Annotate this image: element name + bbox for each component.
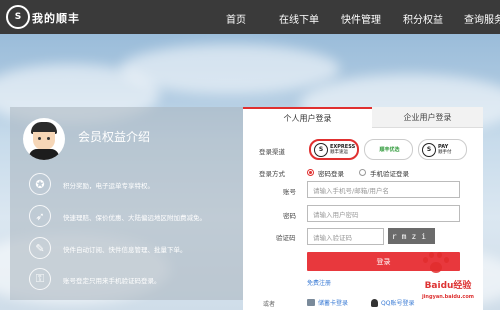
channel-sf-select-button[interactable]: 顺丰优选 [364, 139, 413, 160]
channel-label: 登录渠道 [259, 148, 285, 156]
account-input[interactable]: 请输入手机号/邮箱/用户名 [307, 181, 460, 198]
sms-login-radio[interactable] [359, 169, 366, 176]
nav-query-service[interactable]: 查询服务 [464, 11, 500, 26]
debit-card-login-link[interactable]: 储蓄卡登录 [307, 298, 348, 307]
medal-icon: ✪ [29, 173, 51, 195]
tab-enterprise-login[interactable]: 企业用户登录 [372, 107, 483, 128]
watermark-url: jingyan.baidu.com [422, 294, 474, 300]
captcha-image[interactable]: rmzi [388, 228, 435, 244]
password-label: 密码 [283, 212, 296, 220]
password-login-label[interactable]: 密码登录 [318, 168, 344, 178]
captcha-label: 验证码 [276, 234, 296, 242]
nav-points-benefits[interactable]: 积分权益 [403, 11, 443, 26]
sf-logo-icon[interactable]: S [6, 5, 30, 29]
channel-sf-express-button[interactable]: S EXPRESS 顺丰速运 [309, 139, 359, 160]
password-input[interactable]: 请输入用户密码 [307, 205, 460, 222]
member-benefits-panel: 会员权益介绍 ✪ 积分奖励，电子运单专享特权。 ➶ 快速理赔、保价优惠、大陆偏远… [10, 107, 243, 300]
method-label: 登录方式 [259, 170, 285, 178]
benefit-text: 积分奖励，电子运单专享特权。 [63, 182, 154, 190]
rocket-icon: ➶ [29, 205, 51, 227]
tab-personal-login[interactable]: 个人用户登录 [243, 107, 372, 128]
qq-icon [371, 298, 378, 307]
brand-title[interactable]: 我的顺丰 [32, 10, 80, 26]
benefit-text: 快速理赔、保价优惠、大陆偏远地区附加费减免。 [63, 214, 206, 222]
sf-logo-icon: S [422, 142, 436, 157]
password-login-radio[interactable] [307, 169, 314, 176]
lock-icon: ⚿ [29, 268, 51, 290]
nav-home[interactable]: 首页 [226, 11, 246, 26]
benefits-title: 会员权益介绍 [78, 130, 151, 144]
free-register-link[interactable]: 免费注册 [307, 278, 331, 287]
channel-sf-pay-button[interactable]: S PAY 顺手付 [418, 139, 467, 160]
other-login-label: 或者 [263, 301, 276, 308]
benefit-text: 快件自动订阅、快件信息管理、批量下单。 [63, 246, 187, 254]
captcha-input[interactable]: 请输入验证码 [307, 228, 384, 245]
top-nav-bar: S 我的顺丰 首页 在线下单 快件管理 积分权益 查询服务 [0, 0, 500, 34]
benefit-text: 账号登定只用来手机验证码登录。 [63, 277, 161, 285]
baidu-watermark: Baidu经验 jingyan.baidu.com [396, 250, 500, 300]
sf-logo-icon: S [314, 142, 328, 157]
mascot-avatar [23, 118, 65, 160]
bird-icon: ✎ [29, 237, 51, 259]
sms-login-label[interactable]: 手机验证登录 [370, 168, 409, 178]
nav-shipment-management[interactable]: 快件管理 [341, 11, 381, 26]
card-icon [307, 299, 315, 306]
nav-online-order[interactable]: 在线下单 [279, 11, 319, 26]
paw-icon [420, 250, 450, 280]
account-label: 账号 [283, 188, 296, 196]
